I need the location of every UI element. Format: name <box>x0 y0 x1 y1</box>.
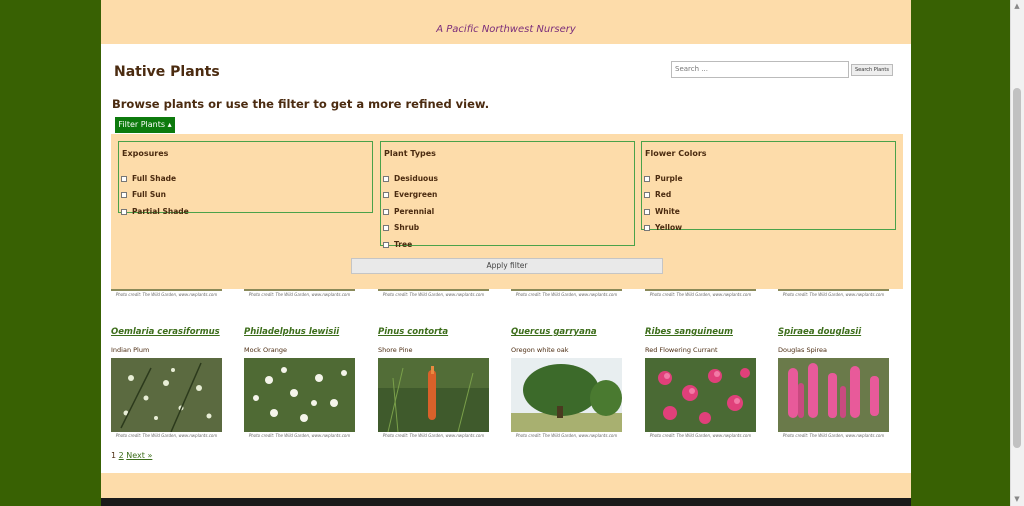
checkbox[interactable] <box>383 191 389 198</box>
page-container: A Pacific Northwest Nursery Native Plant… <box>101 0 911 506</box>
plant-photo[interactable] <box>111 358 222 432</box>
filter-option-red[interactable]: Red <box>644 190 671 199</box>
scroll-down-icon[interactable]: ▼ <box>1013 495 1021 503</box>
plant-common-name: Red Flowering Currant <box>645 346 718 354</box>
image-strip <box>111 289 222 291</box>
plant-name-link[interactable]: Pinus contorta <box>378 327 448 337</box>
pagination: 1 2 Next » <box>111 451 152 460</box>
photo-credit: Photo credit: The Wild Garden, www.nwpla… <box>782 433 885 438</box>
filter-group-title: Flower Colors <box>645 149 707 158</box>
plant-name-link[interactable]: Philadelphus lewisii <box>244 327 339 337</box>
plant-common-name: Shore Pine <box>378 346 413 354</box>
plant-photo[interactable] <box>244 358 355 432</box>
next-page-link[interactable]: Next » <box>126 451 152 460</box>
filter-panel: Exposures Full Shade Full Sun Partial Sh… <box>111 134 903 289</box>
plant-common-name: Indian Plum <box>111 346 150 354</box>
filter-option-yellow[interactable]: Yellow <box>644 223 682 232</box>
checkbox[interactable] <box>121 191 127 198</box>
image-strip <box>378 289 489 291</box>
page-title: Native Plants <box>114 64 220 80</box>
plant-photo[interactable] <box>378 358 489 432</box>
scrollbar-thumb[interactable] <box>1013 88 1021 448</box>
plant-name-link[interactable]: Quercus garryana <box>511 327 597 337</box>
filter-group-title: Exposures <box>122 149 169 158</box>
filter-option-full-sun[interactable]: Full Sun <box>121 190 166 199</box>
filter-option-evergreen[interactable]: Evergreen <box>383 190 437 199</box>
apply-filter-button[interactable]: Apply filter <box>351 258 663 274</box>
image-strip <box>645 289 756 291</box>
photo-credit: Photo credit: The Wild Garden, www.nwpla… <box>248 292 351 297</box>
plant-name-link[interactable]: Oemlaria cerasiformus <box>111 327 220 337</box>
filter-option-tree[interactable]: Tree <box>383 240 412 249</box>
search-button[interactable]: Search Plants <box>851 64 893 76</box>
scroll-up-icon[interactable]: ▲ <box>1013 2 1021 10</box>
checkbox[interactable] <box>121 208 127 215</box>
filter-option-partial-shade[interactable]: Partial Shade <box>121 207 189 216</box>
checkbox[interactable] <box>121 175 127 182</box>
image-strip <box>778 289 889 291</box>
site-tagline: A Pacific Northwest Nursery <box>436 24 576 35</box>
photo-credit: Photo credit: The Wild Garden, www.nwpla… <box>515 433 618 438</box>
site-header: A Pacific Northwest Nursery <box>101 0 911 44</box>
checkbox[interactable] <box>383 241 389 248</box>
filter-option-full-shade[interactable]: Full Shade <box>121 174 176 183</box>
plant-common-name: Mock Orange <box>244 346 288 354</box>
plant-photo[interactable] <box>511 358 622 432</box>
filter-option-shrub[interactable]: Shrub <box>383 223 419 232</box>
checkbox[interactable] <box>644 208 650 215</box>
filter-plants-button[interactable]: Filter Plants ▴ <box>115 117 175 133</box>
photo-credit: Photo credit: The Wild Garden, www.nwpla… <box>115 433 218 438</box>
filter-option-purple[interactable]: Purple <box>644 174 683 183</box>
filter-option-perennial[interactable]: Perennial <box>383 207 434 216</box>
photo-credit: Photo credit: The Wild Garden, www.nwpla… <box>382 433 485 438</box>
checkbox[interactable] <box>383 208 389 215</box>
plant-name-link[interactable]: Ribes sanguineum <box>645 327 733 337</box>
plant-common-name: Oregon white oak <box>511 346 569 354</box>
filter-group-flower-colors: Flower Colors Purple Red White Yellow <box>641 141 896 232</box>
page-scrollbar[interactable]: ▲ ▼ <box>1010 0 1024 506</box>
search-input[interactable]: Search ... <box>671 61 849 78</box>
page-current: 1 <box>111 451 117 460</box>
photo-credit: Photo credit: The Wild Garden, www.nwpla… <box>782 292 885 297</box>
plant-photo[interactable] <box>778 358 889 432</box>
filter-group-exposures: Exposures Full Shade Full Sun Partial Sh… <box>118 141 373 216</box>
filter-group-plant-types: Plant Types Desiduous Evergreen Perennia… <box>380 141 635 249</box>
browse-instructions: Browse plants or use the filter to get a… <box>112 97 490 111</box>
page-link-2[interactable]: 2 <box>119 451 124 460</box>
checkbox[interactable] <box>383 175 389 182</box>
checkbox[interactable] <box>644 175 650 182</box>
photo-credit: Photo credit: The Wild Garden, www.nwpla… <box>248 433 351 438</box>
filter-group-title: Plant Types <box>384 149 436 158</box>
checkbox[interactable] <box>644 191 650 198</box>
plant-photo[interactable] <box>645 358 756 432</box>
photo-credit: Photo credit: The Wild Garden, www.nwpla… <box>115 292 218 297</box>
checkbox[interactable] <box>644 224 650 231</box>
image-strip <box>511 289 622 291</box>
photo-credit: Photo credit: The Wild Garden, www.nwpla… <box>515 292 618 297</box>
site-footer <box>101 473 911 500</box>
filter-option-white[interactable]: White <box>644 207 680 216</box>
photo-credit: Photo credit: The Wild Garden, www.nwpla… <box>649 433 752 438</box>
photo-credit: Photo credit: The Wild Garden, www.nwpla… <box>649 292 752 297</box>
image-strip <box>244 289 355 291</box>
footer-bar <box>101 498 911 506</box>
photo-credit: Photo credit: The Wild Garden, www.nwpla… <box>382 292 485 297</box>
filter-option-desiduous[interactable]: Desiduous <box>383 174 438 183</box>
plant-common-name: Douglas Spirea <box>778 346 828 354</box>
plant-name-link[interactable]: Spiraea douglasii <box>778 327 861 337</box>
checkbox[interactable] <box>383 224 389 231</box>
